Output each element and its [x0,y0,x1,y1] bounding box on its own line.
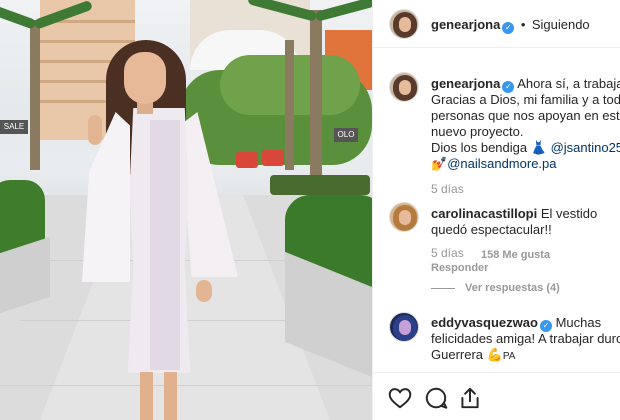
person-leg-left [140,372,153,420]
commenter-avatar[interactable] [389,202,419,232]
post-header: genearjona ✓ • Siguiendo [373,0,620,48]
comment-1-username[interactable]: carolinacastillopi [431,206,537,221]
view-replies-label: Ver respuestas (4) [465,282,560,294]
view-replies-button[interactable]: Ver respuestas (4) [431,282,560,294]
caption-line-5: Dios los bendiga 👗 @jsantino25 [431,140,620,156]
following-button[interactable]: Siguiendo [532,17,590,32]
palm-trunk-left [30,20,40,170]
post-photo[interactable]: SALE OLO [0,0,372,420]
person-hand-left [88,115,102,145]
caption-avatar[interactable] [389,72,419,102]
comment-1-line-1: carolinacastillopi El vestido [431,206,597,222]
caption-line-2: Gracias a Dios, mi familia y a todas [431,92,620,107]
share-icon[interactable] [457,385,483,411]
comment-2-line-1: eddyvasquezwao ✓ Muchas [431,315,601,332]
comment-2-text-2: felicidades amiga! A trabajar duro [431,331,620,346]
caption-line-4: nuevo proyecto. [431,124,524,139]
photo-chair [262,150,284,166]
separator-dot: • [520,17,526,32]
comment-2-suffix: PA [502,351,516,362]
author-username[interactable]: genearjona [431,17,500,32]
person-dress-shade [150,120,180,370]
verified-badge-icon: ✓ [502,22,515,34]
photo-sign: SALE [0,120,28,134]
heart-icon[interactable] [387,385,413,411]
caption-text-5: Dios los bendiga [431,140,528,155]
post-actions-bar [373,372,620,420]
photo-sign-right: OLO [334,128,358,142]
palm-trunk-right [310,10,322,180]
comment-1-text-1: El vestido [540,206,598,221]
view-replies-line [431,287,455,289]
comment-1-text-2: quedó espectacular!! [431,222,552,237]
post-side-panel: genearjona ✓ • Siguiendo genearjona ✓ Ahor… [372,0,620,420]
person-face [124,52,166,104]
palm-trunk-mid [285,40,294,170]
dress-emoji: 👗 [530,140,547,155]
comment-2-username[interactable]: eddyvasquezwao [431,315,538,330]
comment-2-text-1: Muchas [555,315,602,330]
photo-chair [236,152,258,168]
comment-1-timestamp[interactable]: 5 días [431,246,464,260]
tile-line [0,385,372,386]
caption-mention-jsantino[interactable]: @jsantino25 [551,140,620,155]
comment-2-text-3: Guerrera [431,347,484,362]
commenter-avatar[interactable] [389,312,419,342]
person-hand-right [196,280,212,302]
header-title: genearjona ✓ • Siguiendo [431,16,590,34]
caption-line-3: personas que nos apoyan en este [431,108,620,123]
caption-mention-nailsandmore[interactable]: @nailsandmore.pa [447,156,556,171]
nails-emoji: 💅 [431,156,448,171]
caption-line-6: 💅@nailsandmore.pa [431,156,557,172]
comment-1-likes[interactable]: 158 Me gusta [481,249,550,261]
caption-text-1: Ahora sí, a trabajar.. [517,76,620,91]
comment-1-reply-button[interactable]: Responder [431,262,488,274]
author-avatar[interactable] [389,9,419,39]
flexed-biceps-emoji: 💪 [486,347,503,362]
caption-username[interactable]: genearjona [431,76,500,91]
caption-line-1: genearjona✓ Ahora sí, a trabajar.. [431,76,620,93]
comment-icon[interactable] [423,385,449,411]
caption-timestamp[interactable]: 5 días [431,182,464,196]
photo-planter [270,175,370,195]
person-leg-right [164,372,177,420]
comment-2-line-3: Guerrera 💪PA [431,347,515,365]
